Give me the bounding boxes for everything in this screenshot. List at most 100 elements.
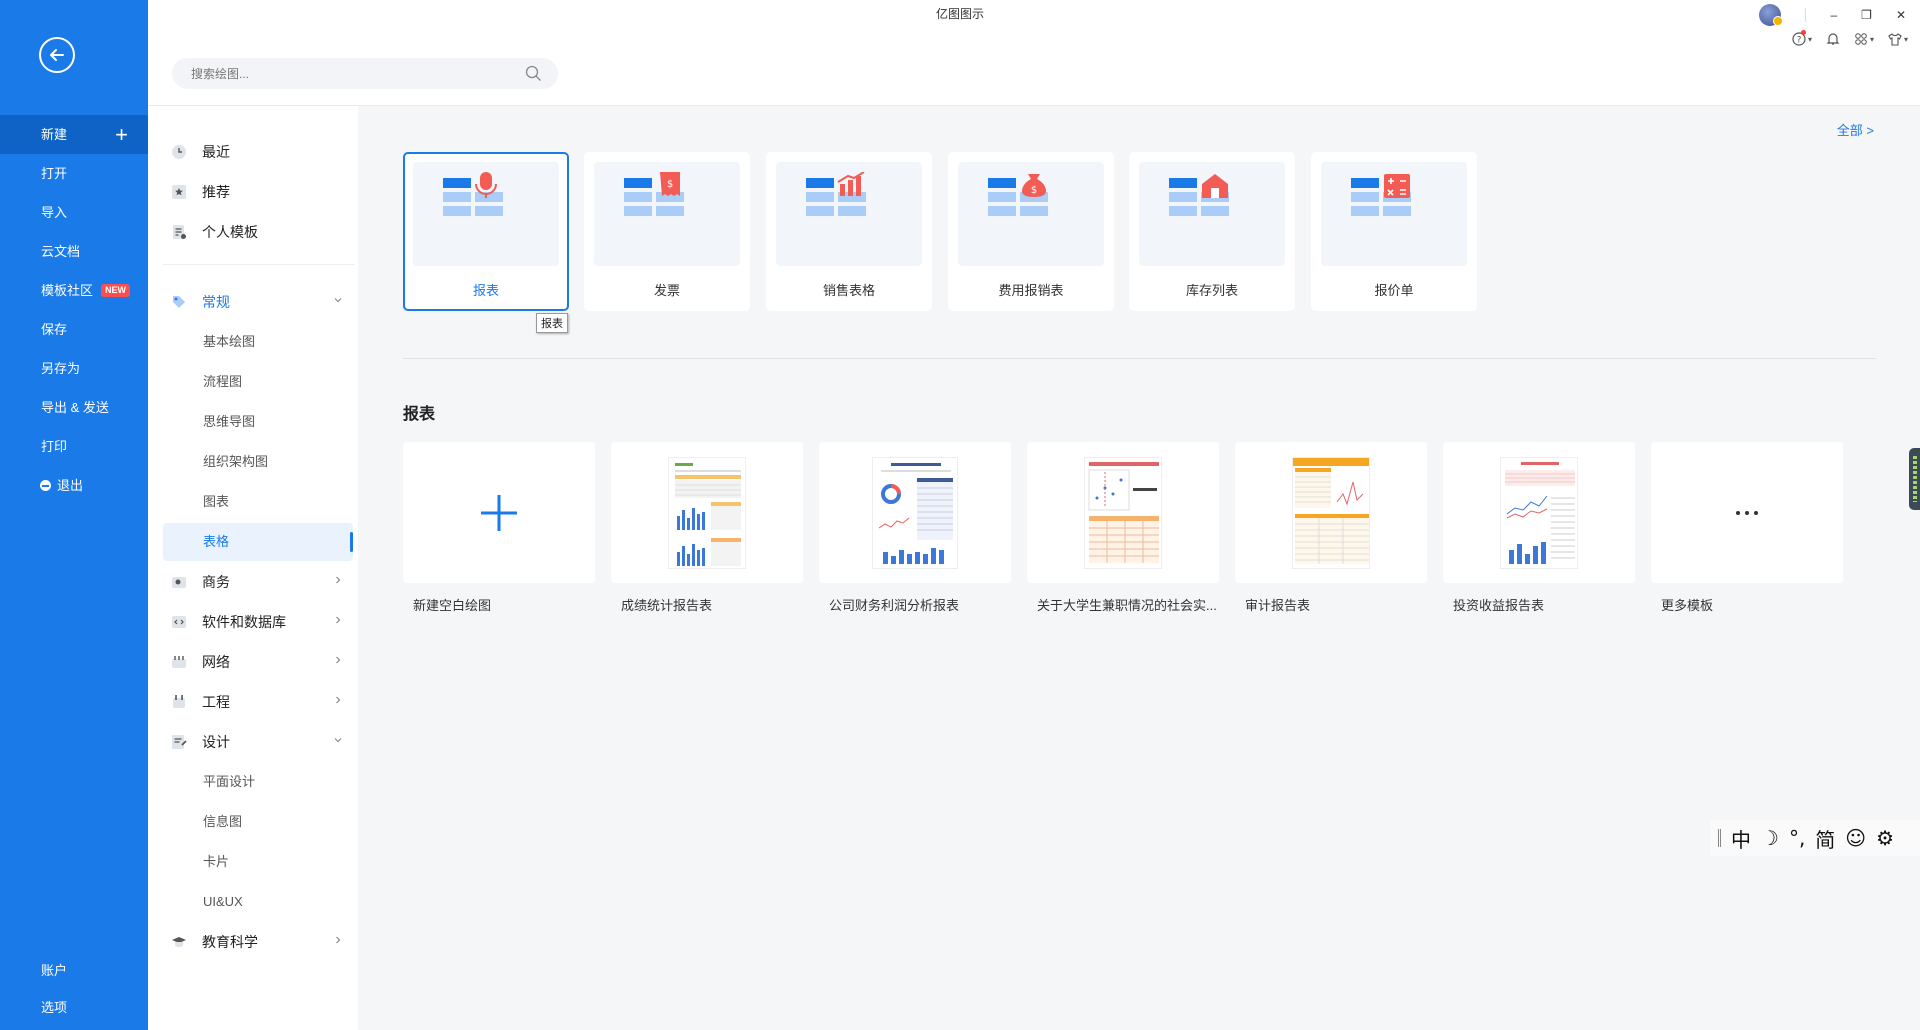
code-icon — [171, 614, 187, 630]
category-recent[interactable]: 最近 — [163, 134, 353, 170]
sub-infographic[interactable]: 信息图 — [163, 803, 353, 841]
notification-dot — [1800, 30, 1806, 35]
ime-language-toggle[interactable]: 中 — [1731, 824, 1751, 853]
svg-text:$: $ — [1031, 185, 1037, 196]
category-education-science[interactable]: 教育科学 — [163, 924, 353, 960]
type-card-quotation[interactable]: 报价单 — [1311, 152, 1477, 311]
menu-exit[interactable]: 退出 — [0, 466, 148, 505]
engineering-icon — [171, 694, 187, 710]
menu-print[interactable]: 打印 — [0, 427, 148, 466]
close-icon[interactable]: ✕ — [1896, 8, 1906, 22]
plus-icon — [481, 494, 517, 531]
graduation-cap-icon — [171, 934, 187, 950]
back-button[interactable] — [39, 37, 75, 73]
menu-save-as[interactable]: 另存为 — [0, 349, 148, 388]
sub-card[interactable]: 卡片 — [163, 843, 353, 881]
gear-icon[interactable]: ⚙ — [1876, 826, 1894, 850]
type-card-expense-report[interactable]: $ 费用报销表 — [948, 152, 1114, 311]
shirt-icon[interactable]: ▾ — [1888, 32, 1908, 46]
sub-tables[interactable]: 表格 — [163, 523, 353, 561]
template-thumbnail — [611, 442, 803, 583]
chevron-down-icon — [334, 738, 342, 743]
document-preview — [1500, 456, 1578, 569]
microphone-icon — [443, 172, 503, 216]
sub-org-chart[interactable]: 组织架构图 — [163, 443, 353, 481]
type-card-inventory-list[interactable]: 库存列表 — [1129, 152, 1295, 311]
chevron-right-icon — [336, 936, 341, 944]
template-new-blank[interactable]: 新建空白绘图 — [403, 442, 595, 614]
category-personal-templates[interactable]: 个人模板 — [163, 214, 353, 250]
divider — [1805, 8, 1807, 22]
app-title: 亿图图示 — [935, 7, 984, 21]
menu-options[interactable]: 选项 — [0, 989, 148, 1026]
template-audit-report[interactable]: 审计报告表 — [1235, 442, 1427, 614]
sub-ui-ux[interactable]: UI&UX — [163, 883, 353, 921]
menu-export-send[interactable]: 导出 & 发送 — [0, 388, 148, 427]
category-software-database[interactable]: 软件和数据库 — [163, 604, 353, 640]
menu-template-community[interactable]: 模板社区 NEW — [0, 271, 148, 310]
template-student-parttime[interactable]: 关于大学生兼职情况的社会实... — [1027, 442, 1219, 614]
menu-save[interactable]: 保存 — [0, 310, 148, 349]
type-card-invoice[interactable]: $ 发票 — [584, 152, 750, 311]
document-preview — [872, 456, 958, 569]
clock-icon — [171, 144, 187, 160]
ime-script-toggle[interactable]: 简 — [1815, 824, 1835, 853]
chevron-down-icon — [334, 298, 342, 303]
sub-graphic-design[interactable]: 平面设计 — [163, 763, 353, 801]
template-profit-analysis[interactable]: 公司财务利润分析报表 — [819, 442, 1011, 614]
apps-grid-icon[interactable]: ▾ — [1854, 32, 1874, 46]
bell-icon[interactable] — [1826, 32, 1840, 46]
chevron-right-icon — [336, 616, 341, 624]
window-controls: – ❐ ✕ — [1759, 4, 1906, 26]
money-bag-icon: $ — [988, 174, 1048, 216]
ime-punctuation-toggle[interactable]: °, — [1789, 826, 1805, 850]
category-business[interactable]: 商务 — [163, 564, 353, 600]
emoji-icon[interactable]: ☺ — [1845, 826, 1866, 850]
template-thumbnail — [1443, 442, 1635, 583]
sub-mindmap[interactable]: 思维导图 — [163, 403, 353, 441]
chevron-right-icon — [336, 576, 341, 584]
warehouse-icon — [1169, 174, 1229, 216]
ime-grip[interactable] — [1718, 829, 1721, 847]
sub-charts[interactable]: 图表 — [163, 483, 353, 521]
plus-icon: + — [115, 122, 128, 147]
help-icon[interactable]: ? ▾ — [1792, 30, 1812, 46]
menu-new[interactable]: 新建 + — [0, 115, 148, 154]
trend-chart-icon — [806, 172, 866, 216]
type-card-report[interactable]: 报表 — [403, 152, 569, 311]
category-divider — [163, 264, 355, 265]
sub-basic-drawing[interactable]: 基本绘图 — [163, 323, 353, 361]
side-panel-handle[interactable] — [1909, 448, 1920, 510]
section-title: 报表 — [403, 406, 436, 423]
moon-icon[interactable]: ☽ — [1761, 826, 1779, 850]
more-icon — [1736, 510, 1758, 515]
sub-flowchart[interactable]: 流程图 — [163, 363, 353, 401]
type-card-sales-table[interactable]: 销售表格 — [766, 152, 932, 311]
minimize-icon[interactable]: – — [1830, 8, 1837, 22]
template-investment-return[interactable]: 投资收益报告表 — [1443, 442, 1635, 614]
template-grade-report[interactable]: 成绩统计报告表 — [611, 442, 803, 614]
restore-icon[interactable]: ❐ — [1861, 8, 1872, 22]
category-design[interactable]: 设计 — [163, 724, 353, 760]
template-thumbnail — [1235, 442, 1427, 583]
menu-account[interactable]: 账户 — [0, 952, 148, 989]
star-icon — [171, 184, 187, 200]
search-icon[interactable] — [525, 65, 542, 82]
search-input[interactable] — [172, 58, 502, 89]
avatar[interactable] — [1759, 4, 1784, 26]
category-recommended[interactable]: 推荐 — [163, 174, 353, 210]
menu-open[interactable]: 打开 — [0, 154, 148, 193]
all-link[interactable]: 全部 > — [1837, 120, 1874, 139]
tag-icon — [171, 294, 187, 310]
category-general[interactable]: 常规 — [163, 284, 353, 320]
menu-cloud-docs[interactable]: 云文档 — [0, 232, 148, 271]
chevron-right-icon — [336, 696, 341, 704]
design-icon — [171, 734, 187, 750]
new-badge: NEW — [101, 284, 131, 298]
template-more[interactable]: 更多模板 — [1651, 442, 1843, 614]
category-engineering[interactable]: 工程 — [163, 684, 353, 720]
exit-icon — [40, 480, 51, 492]
calculator-icon — [1351, 174, 1411, 216]
menu-import[interactable]: 导入 — [0, 193, 148, 232]
category-network[interactable]: 网络 — [163, 644, 353, 680]
